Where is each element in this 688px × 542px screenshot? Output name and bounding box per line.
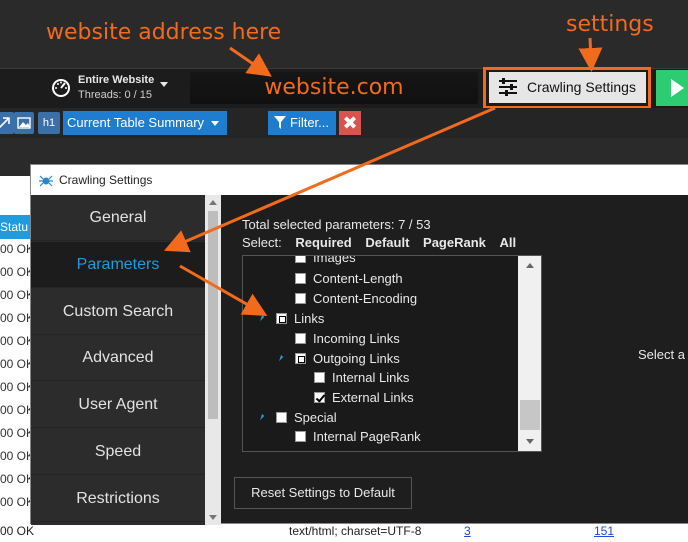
funnel-icon: [274, 116, 286, 129]
tree-label: Special: [294, 410, 337, 425]
nav-user-agent[interactable]: User Agent: [31, 382, 205, 428]
nav-advanced[interactable]: Advanced: [31, 335, 205, 381]
status-cell: 00 OK: [0, 265, 30, 279]
status-cell: 00 OK: [0, 334, 30, 348]
status-cell: 00 OK: [0, 242, 30, 256]
website-address-input[interactable]: website.com: [190, 72, 478, 104]
status-cell: 00 OK: [0, 357, 30, 371]
checkbox[interactable]: [276, 412, 287, 423]
threads-counter: Threads: 0 / 15: [78, 89, 152, 101]
chevron-down-icon: [211, 121, 219, 126]
nav-parameters[interactable]: Parameters: [31, 242, 205, 288]
tree-label: Internal PageRank: [313, 429, 421, 444]
nav-speed[interactable]: Speed: [31, 429, 205, 475]
sliders-icon: [499, 78, 517, 96]
speedometer-icon: [52, 79, 70, 97]
clear-filter-button[interactable]: ✖: [339, 111, 361, 135]
dialog-title: Crawling Settings: [59, 173, 153, 187]
scope-title: Entire Website: [78, 74, 155, 86]
scroll-down-icon[interactable]: [526, 439, 534, 444]
bottom-row-content-type: text/html; charset=UTF-8: [289, 524, 422, 538]
crawling-settings-dialog: Crawling Settings General Parameters Cus…: [30, 164, 688, 525]
scroll-up-icon[interactable]: [526, 263, 534, 268]
scroll-down-icon[interactable]: [209, 515, 217, 520]
select-label: Select:: [242, 235, 282, 250]
crawling-settings-label: Crawling Settings: [527, 79, 636, 95]
status-cell: 00 OK: [0, 495, 30, 509]
table-summary-dropdown[interactable]: Current Table Summary: [63, 111, 227, 135]
select-required[interactable]: Required: [295, 235, 351, 250]
scroll-up-icon[interactable]: [209, 200, 217, 205]
dialog-title-bar[interactable]: Crawling Settings: [31, 165, 688, 195]
checkbox[interactable]: [295, 431, 306, 442]
image-icon[interactable]: [14, 112, 34, 134]
checkbox[interactable]: [314, 372, 325, 383]
filter-button[interactable]: Filter...: [268, 111, 336, 135]
status-cell: 00 OK: [0, 403, 30, 417]
spider-icon: [39, 175, 53, 187]
checkbox[interactable]: [295, 273, 306, 284]
select-pagerank[interactable]: PageRank: [423, 235, 486, 250]
status-column-header[interactable]: Statu: [0, 215, 30, 239]
play-icon: [671, 79, 684, 97]
bottom-row-link-a[interactable]: 3: [464, 524, 471, 538]
h1-toggle[interactable]: h1: [38, 112, 60, 134]
tree-label: Incoming Links: [313, 331, 400, 346]
parameters-tree: Images Content-Length Content-Encoding L…: [242, 255, 542, 452]
parameters-summary: Total selected parameters: 7 / 53: [242, 217, 431, 232]
tree-label: Internal Links: [332, 370, 410, 385]
status-cell: 00 OK: [0, 380, 30, 394]
expand-triangle-icon[interactable]: [255, 411, 265, 421]
status-cell: 00 OK: [0, 472, 30, 486]
checkbox[interactable]: [295, 333, 306, 344]
start-crawl-button[interactable]: [656, 70, 688, 106]
chevron-down-icon: [160, 82, 168, 87]
status-cell: 00 OK: [0, 288, 30, 302]
checkbox[interactable]: [276, 313, 287, 324]
details-prompt: Select a: [638, 347, 685, 362]
checkbox[interactable]: [295, 256, 306, 263]
crawling-settings-button[interactable]: Crawling Settings: [489, 72, 646, 103]
nav-scrollbar[interactable]: [205, 195, 221, 525]
tree-label: Content-Length: [313, 271, 403, 286]
checkbox[interactable]: [295, 353, 306, 364]
expand-triangle-icon[interactable]: [274, 352, 284, 362]
status-cell: 00 OK: [0, 449, 30, 463]
tree-label: Images: [313, 255, 356, 265]
select-default[interactable]: Default: [365, 235, 409, 250]
expand-triangle-icon[interactable]: [255, 312, 265, 322]
select-presets: Select: Required Default PageRank All: [242, 235, 516, 250]
select-all[interactable]: All: [500, 235, 517, 250]
status-cell: 00 OK: [0, 311, 30, 325]
checkbox[interactable]: [314, 392, 325, 403]
tree-label: Outgoing Links: [313, 351, 400, 366]
nav-general[interactable]: General: [31, 195, 205, 241]
crawl-scope-selector[interactable]: Entire Website Threads: 0 / 15: [50, 72, 180, 104]
checkbox[interactable]: [295, 293, 306, 304]
status-cell: 00 OK: [0, 426, 30, 440]
nav-custom-search[interactable]: Custom Search: [31, 289, 205, 335]
nav-restrictions[interactable]: Restrictions: [31, 476, 205, 522]
tree-label: Links: [294, 311, 325, 326]
reset-settings-button[interactable]: Reset Settings to Default: [234, 477, 412, 509]
settings-nav: General Parameters Custom Search Advance…: [31, 195, 205, 525]
scroll-thumb[interactable]: [520, 400, 540, 430]
bottom-row-link-b[interactable]: 151: [594, 524, 614, 538]
annotation-settings-note: settings: [566, 12, 654, 37]
annotation-website-note: website address here: [46, 20, 282, 45]
website-address-value: website.com: [264, 75, 404, 100]
scroll-thumb[interactable]: [208, 211, 218, 419]
expand-icon[interactable]: [0, 112, 14, 134]
tree-label: Content-Encoding: [313, 291, 418, 306]
tree-scrollbar[interactable]: [518, 256, 541, 451]
table-summary-label: Current Table Summary: [67, 115, 205, 130]
tree-label: External Links: [332, 390, 414, 405]
bottom-row-status: 00 OK: [0, 524, 35, 538]
filter-label: Filter...: [290, 115, 330, 130]
